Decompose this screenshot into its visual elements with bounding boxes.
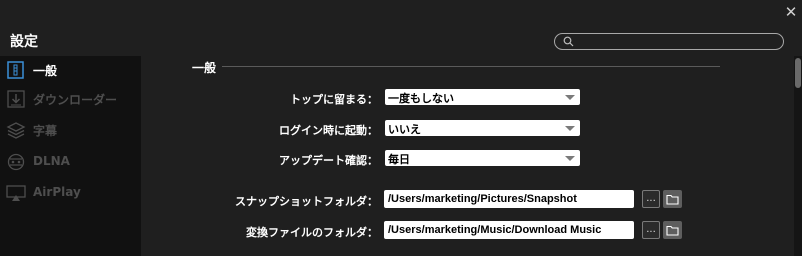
browse-converted-button[interactable]: ...	[642, 221, 660, 239]
select-value: 毎日	[388, 153, 410, 166]
converted-folder-label: 変換ファイルのフォルダ：	[246, 226, 378, 239]
section-divider	[222, 66, 720, 67]
sidebar-item-label: ダウンローダー	[33, 93, 118, 107]
converted-folder-field[interactable]	[384, 221, 634, 239]
scrollbar-thumb[interactable]	[795, 58, 801, 88]
browse-snapshot-button[interactable]: ...	[642, 190, 660, 208]
sidebar-item-label: AirPlay	[33, 185, 81, 199]
sidebar-item-dlna[interactable]: DLNA	[0, 148, 141, 176]
folder-icon	[666, 225, 679, 236]
launch-at-login-label: ログイン時に起動：	[279, 124, 378, 137]
sidebar-item-airplay[interactable]: AirPlay	[0, 179, 141, 207]
sidebar-item-label: DLNA	[33, 154, 70, 168]
folder-icon	[666, 194, 679, 205]
stay-on-top-label: トップに留まる：	[290, 93, 378, 106]
close-icon[interactable]: ✕	[781, 2, 801, 22]
search-box[interactable]	[554, 33, 784, 50]
select-value: 一度もしない	[388, 92, 454, 105]
airplay-icon	[6, 185, 26, 201]
dlna-icon	[7, 153, 25, 171]
chevron-down-icon	[565, 156, 575, 161]
check-updates-select[interactable]: 毎日	[385, 150, 580, 166]
launch-at-login-select[interactable]: いいえ	[385, 120, 580, 136]
layers-icon	[6, 122, 26, 139]
stay-on-top-select[interactable]: 一度もしない	[385, 89, 580, 105]
section-title: 一般	[192, 61, 217, 75]
general-icon	[7, 61, 24, 79]
sidebar-item-label: 字幕	[33, 124, 58, 138]
chevron-down-icon	[565, 95, 575, 100]
sidebar-item-subtitles[interactable]: 字幕	[0, 116, 141, 144]
sidebar-item-label: 一般	[33, 64, 58, 78]
sidebar: 一般 ダウンローダー 字幕 DLNA AirPlay	[0, 56, 141, 256]
chevron-down-icon	[565, 126, 575, 131]
snapshot-folder-field[interactable]	[384, 190, 634, 208]
open-snapshot-folder-button[interactable]	[663, 190, 682, 208]
search-input[interactable]	[579, 34, 774, 49]
select-value: いいえ	[388, 123, 421, 136]
search-icon	[563, 36, 574, 47]
scrollbar[interactable]	[794, 56, 802, 256]
snapshot-folder-label: スナップショットフォルダ：	[235, 195, 378, 208]
window-title: 設定	[10, 34, 38, 50]
open-converted-folder-button[interactable]	[663, 221, 682, 239]
download-icon	[7, 90, 25, 108]
sidebar-item-downloader[interactable]: ダウンローダー	[0, 85, 141, 113]
check-updates-label: アップデート確認：	[279, 154, 378, 167]
sidebar-item-general[interactable]: 一般	[0, 56, 141, 84]
